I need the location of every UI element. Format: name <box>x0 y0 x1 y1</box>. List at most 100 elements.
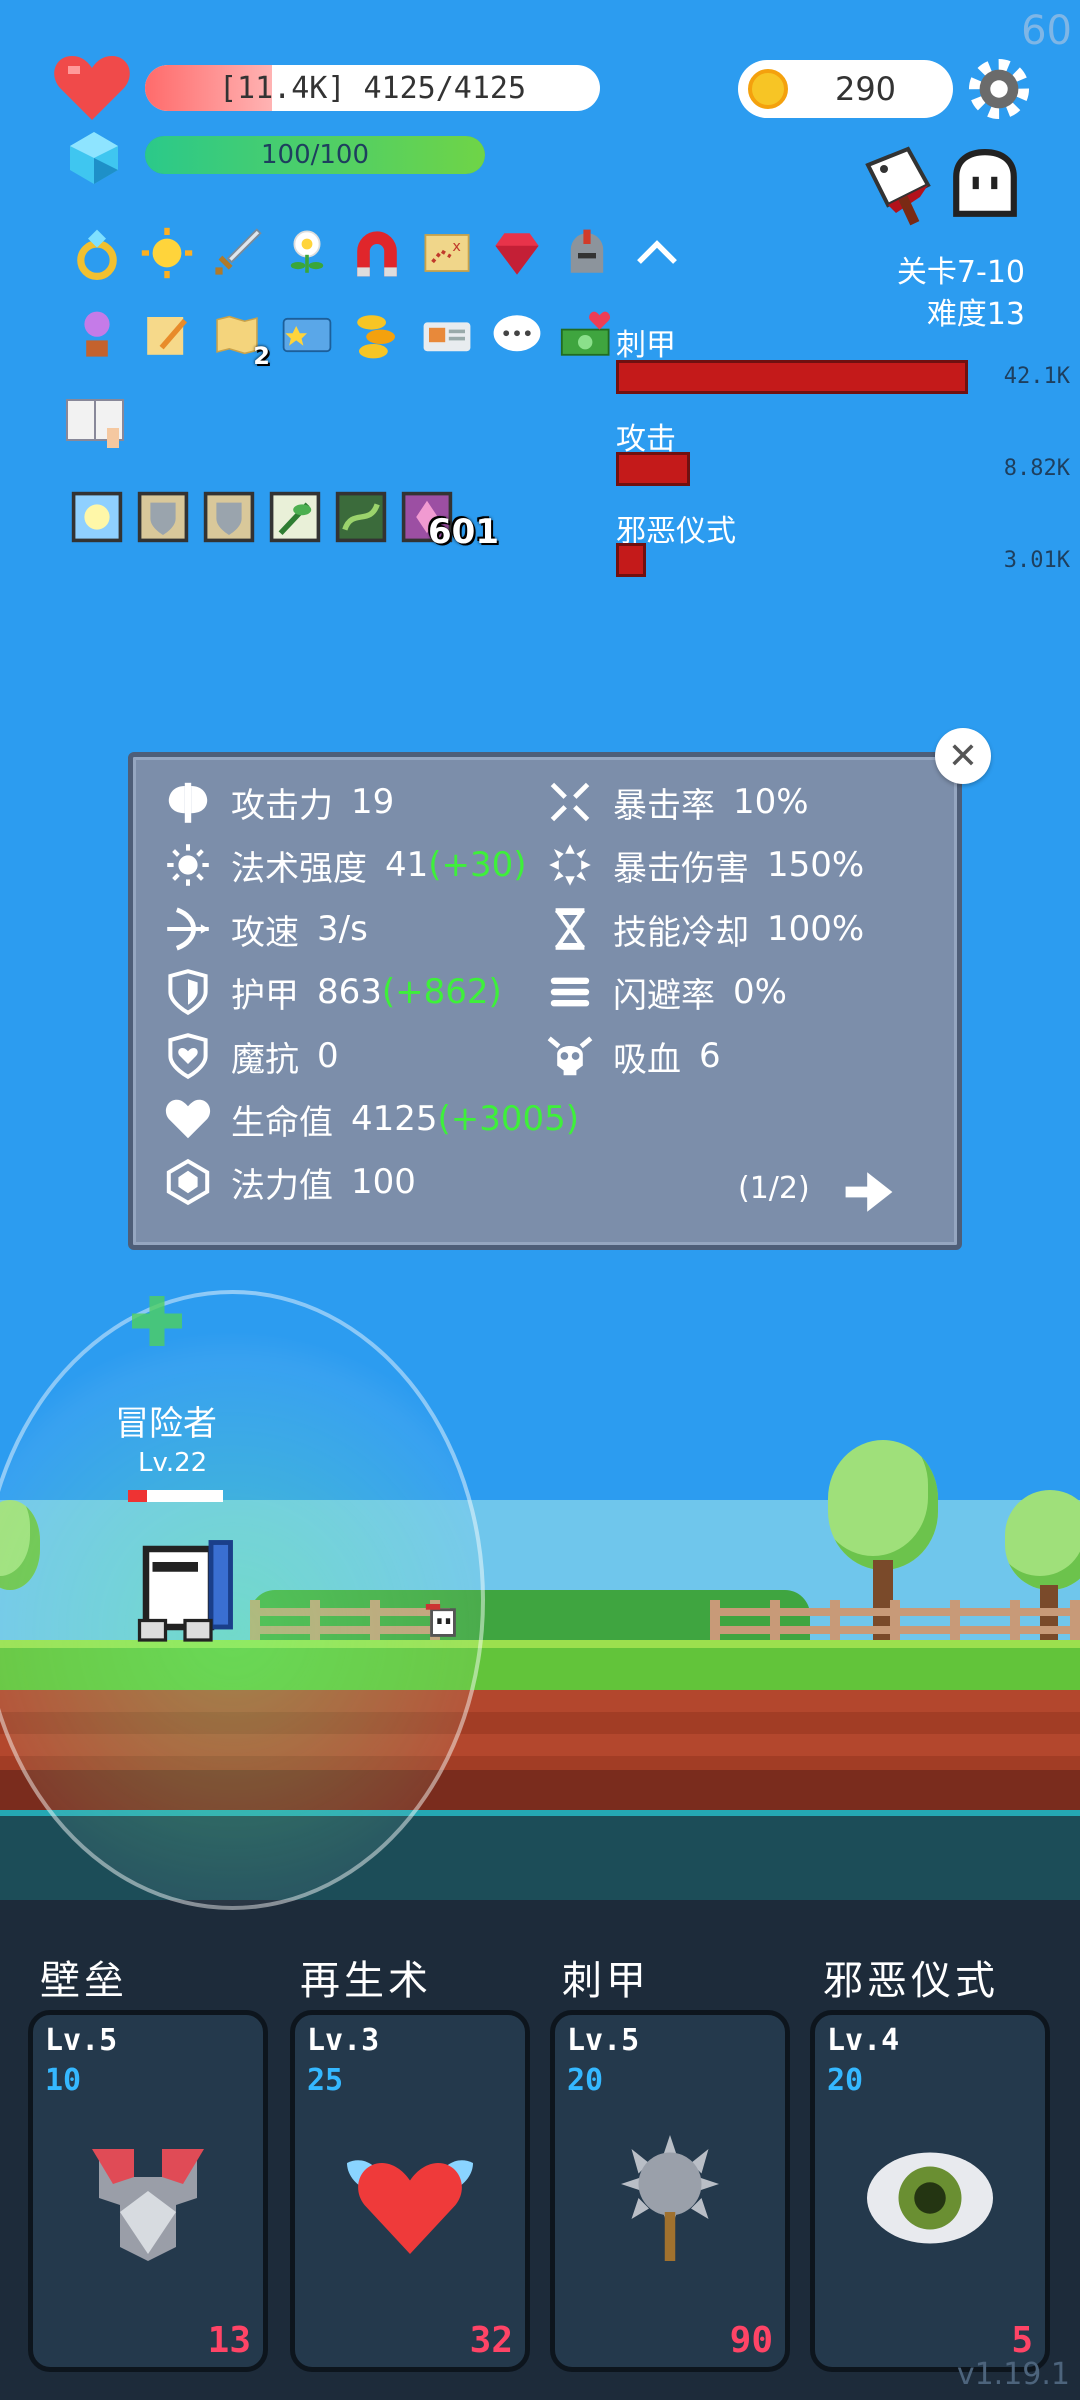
stat-value: 3/s <box>317 909 368 949</box>
butcher-cleaver-icon[interactable] <box>860 145 944 229</box>
stage-level: 关卡7-10 <box>896 255 1025 290</box>
stat-value: 10% <box>733 782 809 822</box>
mana-gem-icon <box>70 132 118 184</box>
gold-counter: 290 <box>738 60 953 118</box>
stat-label: 暴击伤害 <box>613 848 749 889</box>
spark-card-icon[interactable] <box>70 490 124 544</box>
gold-coin-icon <box>748 69 788 109</box>
stat-label: 法力值 <box>231 1165 333 1206</box>
stat-attack: 攻击力 19 <box>163 777 394 827</box>
skill-card-evil-ritual[interactable]: Lv.4 20 5 <box>810 2010 1050 2372</box>
sword-icon[interactable] <box>210 226 264 280</box>
damage-stat-label: 刺甲 <box>616 328 676 363</box>
close-button[interactable]: ✕ <box>935 728 991 784</box>
skill-name: 壁垒 <box>40 1958 128 2004</box>
skill-level: Lv.5 <box>45 2023 118 2058</box>
vine-card-icon[interactable] <box>334 490 388 544</box>
skill-card-regeneration[interactable]: Lv.3 25 32 <box>290 2010 530 2372</box>
knight-player-sprite[interactable] <box>120 1528 250 1648</box>
mana-text: 100/100 <box>260 140 369 170</box>
tome-icon[interactable] <box>62 392 132 452</box>
ghost-icon[interactable] <box>948 148 1022 222</box>
stat-crit-damage: 暴击伤害 150% <box>545 840 864 890</box>
stat-dodge: 闪避率 0% <box>545 967 787 1017</box>
shield-card-icon[interactable] <box>202 490 256 544</box>
damage-stat-value: 3.01K <box>1003 548 1070 573</box>
flower-icon[interactable] <box>280 226 334 280</box>
map-count-badge: 2 <box>253 342 270 370</box>
skull-icon <box>545 1031 595 1081</box>
chat-bubble-icon[interactable] <box>490 308 544 362</box>
briefcase-card-icon[interactable] <box>420 308 474 362</box>
sprout-card-icon[interactable] <box>268 490 322 544</box>
crit-icon <box>545 777 595 827</box>
cash-heart-icon[interactable] <box>560 308 614 362</box>
player-battle-hp-fill <box>128 1490 147 1502</box>
sun-icon[interactable] <box>140 226 194 280</box>
coins-stack-icon[interactable] <box>350 308 404 362</box>
shield-card-icon[interactable] <box>136 490 190 544</box>
svg-text:x: x <box>452 239 461 255</box>
skill-cost: 20 <box>567 2063 604 2098</box>
potted-flower-icon[interactable] <box>70 308 124 362</box>
ruby-icon[interactable] <box>490 226 544 280</box>
damage-stat-bar <box>616 543 646 577</box>
stat-label: 魔抗 <box>231 1039 299 1080</box>
crystal-card-icon[interactable]: 601 <box>400 490 499 552</box>
spiked-mace-icon <box>621 2135 719 2261</box>
enemy-sprite[interactable] <box>425 1604 461 1644</box>
skill-card-thorns[interactable]: Lv.5 20 90 <box>550 2010 790 2372</box>
player-name: 冒险者 <box>115 1404 217 1444</box>
chevron-up-icon[interactable] <box>630 226 684 280</box>
stat-value: 100% <box>767 909 865 949</box>
player-battle-hp-bar <box>128 1490 223 1502</box>
winged-heart-icon <box>347 2160 473 2254</box>
item-row-2: 2 <box>70 308 614 370</box>
stat-value: 100 <box>351 1162 416 1202</box>
fps-counter: 60 <box>1021 8 1072 54</box>
map-icon[interactable]: 2 <box>210 308 270 370</box>
axe-icon <box>163 777 213 827</box>
stat-label: 攻速 <box>231 912 299 953</box>
mana-bar: 100/100 <box>145 136 485 174</box>
damage-stat-bar <box>616 360 968 394</box>
stat-label: 技能冷却 <box>613 912 749 953</box>
stat-label: 暴击率 <box>613 785 715 826</box>
damage-stat-value: 8.82K <box>1003 456 1070 481</box>
card-icon[interactable] <box>280 308 334 362</box>
magnet-icon[interactable] <box>350 226 404 280</box>
health-heart-icon <box>54 56 130 120</box>
stat-label: 法术强度 <box>231 848 367 889</box>
player-level: Lv.22 <box>138 1448 208 1478</box>
stat-magic-resist: 魔抗 0 <box>163 1031 339 1081</box>
skill-cost: 25 <box>307 2063 344 2098</box>
health-bar: [11.4K] 4125/4125 <box>145 65 600 111</box>
eye-icon <box>867 2152 993 2244</box>
skill-name: 邪恶仪式 <box>823 1958 999 2004</box>
damage-stat-1: 刺甲 <box>616 320 676 364</box>
stat-bonus: (+3005) <box>437 1099 580 1139</box>
skill-cost: 10 <box>45 2063 82 2098</box>
armor-icon <box>92 2149 204 2261</box>
stage-difficulty: 难度13 <box>926 297 1025 332</box>
version-label: v1.19.1 <box>956 2357 1070 2392</box>
gold-value: 290 <box>834 70 897 108</box>
skill-charge-count: 13 <box>207 2320 251 2361</box>
stat-label: 护甲 <box>231 975 299 1016</box>
stat-label: 吸血 <box>613 1039 681 1080</box>
settings-gear-icon[interactable] <box>968 58 1030 120</box>
stat-spell-power: 法术强度 41 (+30) <box>163 840 527 890</box>
hourglass-icon <box>545 904 595 954</box>
item-row-3: 601 <box>70 490 499 552</box>
skill-card-bulwark[interactable]: Lv.5 10 13 <box>28 2010 268 2372</box>
next-page-arrow-icon[interactable] <box>842 1168 896 1216</box>
health-text: [11.4K] 4125/4125 <box>218 70 527 106</box>
ring-icon[interactable] <box>70 226 124 280</box>
stat-health: 生命值 4125 (+3005) <box>163 1094 579 1144</box>
stat-lifesteal: 吸血 6 <box>545 1031 721 1081</box>
stage-info: 关卡7-10 难度13 <box>897 252 1025 336</box>
stat-bonus: (+30) <box>428 845 527 885</box>
treasure-map-icon[interactable]: x <box>420 226 474 280</box>
scroll-pencil-icon[interactable] <box>140 308 194 362</box>
helmet-icon[interactable] <box>560 226 614 280</box>
